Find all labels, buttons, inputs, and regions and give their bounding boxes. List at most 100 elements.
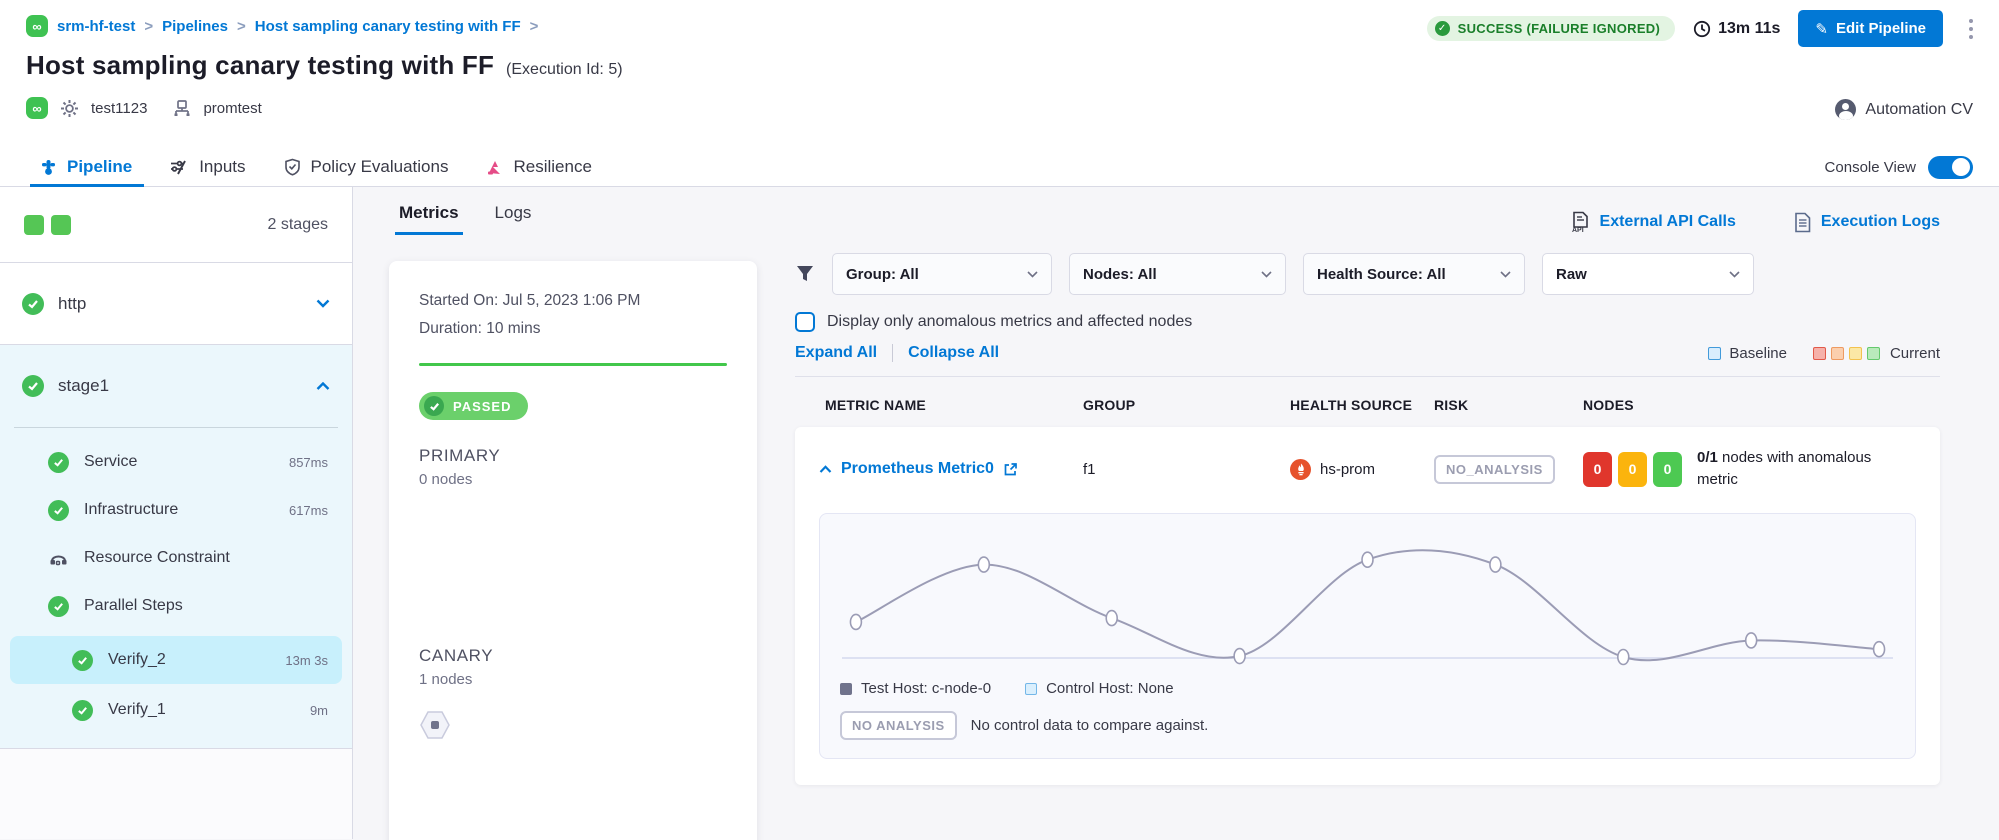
shield-check-icon [284, 158, 301, 176]
tab-policy-evaluations-label: Policy Evaluations [311, 157, 449, 177]
stage-label: http [58, 294, 86, 314]
step-resource-constraint[interactable]: Resource Constraint [10, 534, 342, 582]
success-check-icon [48, 500, 69, 521]
avatar [1835, 99, 1856, 120]
risk-yellow-swatch-icon [1849, 347, 1862, 360]
step-verify-1[interactable]: Verify_1 9m [10, 686, 342, 734]
chevron-down-icon [1729, 271, 1740, 278]
step-parallel-steps[interactable]: Parallel Steps [10, 582, 342, 630]
group-filter-value: Group: All [846, 266, 919, 283]
nodes-filter-dropdown[interactable]: Nodes: All [1069, 253, 1286, 295]
green-node-count-chip[interactable]: 0 [1653, 452, 1682, 487]
step-label: Parallel Steps [84, 597, 183, 615]
yellow-node-count-chip[interactable]: 0 [1618, 452, 1647, 487]
col-nodes: NODES [1583, 397, 1940, 413]
chevron-up-icon[interactable] [819, 465, 832, 474]
metric-chart[interactable] [840, 528, 1895, 678]
view-mode-dropdown[interactable]: Raw [1542, 253, 1754, 295]
metric-name-link[interactable]: Prometheus Metric0 [841, 460, 994, 478]
col-metric-name: METRIC NAME [825, 397, 1083, 413]
breadcrumb-project[interactable]: srm-hf-test [57, 18, 135, 35]
tab-policy-evaluations[interactable]: Policy Evaluations [284, 148, 449, 186]
status-badge-label: SUCCESS (FAILURE IGNORED) [1458, 21, 1661, 36]
step-duration: 857ms [289, 455, 328, 470]
external-api-calls-link[interactable]: API External API Calls [1571, 211, 1736, 233]
duration: Duration: 10 mins [419, 315, 727, 343]
success-check-icon [48, 596, 69, 617]
stage1-section: stage1 Service 857ms [0, 345, 352, 749]
chart-host-legend: Test Host: c-node-0 Control Host: None [840, 680, 1895, 697]
status-badge: ✓ SUCCESS (FAILURE IGNORED) [1427, 16, 1676, 41]
execution-logs-link[interactable]: Execution Logs [1794, 212, 1940, 233]
edit-pipeline-button[interactable]: ✎ Edit Pipeline [1798, 10, 1943, 47]
chevron-down-icon[interactable] [316, 299, 330, 308]
step-duration: 617ms [289, 503, 328, 518]
elapsed-label: 13m 11s [1718, 20, 1780, 38]
console-view-toggle[interactable] [1928, 156, 1973, 179]
step-infrastructure[interactable]: Infrastructure 617ms [10, 486, 342, 534]
nodes-ratio: 0/1 [1697, 449, 1718, 466]
baseline-label: Baseline [1729, 345, 1787, 362]
stage-thumb-icon [51, 215, 71, 235]
step-verify-2[interactable]: Verify_2 13m 3s [10, 636, 342, 684]
step-service[interactable]: Service 857ms [10, 438, 342, 486]
anomalous-filter-row: Display only anomalous metrics and affec… [795, 312, 1940, 332]
service-icon: ∞ [26, 97, 48, 119]
success-check-icon [72, 700, 93, 721]
sidebar-stage-stage1[interactable]: stage1 [0, 345, 352, 427]
tab-pipeline[interactable]: Pipeline [40, 148, 132, 186]
control-host-swatch-icon [1025, 683, 1037, 695]
nodes-cell: 0 0 0 0/1 nodes with anomalous metric [1583, 447, 1916, 491]
sidebar-stage-http[interactable]: http [0, 263, 352, 345]
links-row: API External API Calls Execution Logs [795, 211, 1940, 233]
metric-name-cell: Prometheus Metric0 [819, 460, 1083, 478]
step-label: Resource Constraint [84, 549, 230, 567]
svg-text:API: API [1572, 227, 1584, 233]
filter-funnel-icon[interactable] [795, 264, 815, 284]
external-link-icon[interactable] [1003, 462, 1018, 477]
nodes-filter-value: Nodes: All [1083, 266, 1157, 283]
tab-resilience[interactable]: Resilience [486, 148, 591, 186]
step-label: Verify_2 [108, 651, 166, 669]
risk-orange-swatch-icon [1831, 347, 1844, 360]
service-name[interactable]: test1123 [91, 100, 147, 117]
verify-tabs: Metrics Logs [399, 203, 773, 235]
chevron-down-icon [1500, 271, 1511, 278]
prometheus-icon [1290, 459, 1311, 480]
tab-metrics[interactable]: Metrics [399, 203, 459, 235]
chevron-up-icon[interactable] [316, 382, 330, 391]
anomalous-checkbox-label: Display only anomalous metrics and affec… [827, 313, 1192, 331]
expand-collapse-row: Expand All Collapse All Baseline [795, 344, 1940, 377]
legend-current: Current [1813, 345, 1940, 362]
test-host-swatch-icon [840, 683, 852, 695]
health-source-filter-dropdown[interactable]: Health Source: All [1303, 253, 1525, 295]
success-check-icon [22, 293, 44, 315]
metrics-column: API External API Calls Execution Logs Gr… [773, 187, 1999, 839]
external-api-calls-label: External API Calls [1600, 213, 1736, 231]
breadcrumb-pipeline-name[interactable]: Host sampling canary testing with FF [255, 18, 521, 35]
breadcrumb-separator: > [530, 18, 539, 35]
more-options-menu-icon[interactable] [1961, 13, 1981, 45]
pencil-icon: ✎ [1815, 20, 1828, 38]
breadcrumb-pipelines[interactable]: Pipelines [162, 18, 228, 35]
group-filter-dropdown[interactable]: Group: All [832, 253, 1052, 295]
metric-chart-panel: Test Host: c-node-0 Control Host: None N… [819, 513, 1916, 759]
api-document-icon: API [1571, 211, 1590, 233]
stage-count: 2 stages [268, 216, 328, 234]
breadcrumb-separator: > [237, 18, 246, 35]
collapse-all-link[interactable]: Collapse All [908, 344, 999, 362]
page-title: Host sampling canary testing with FF [26, 50, 494, 81]
tab-inputs[interactable]: Inputs [170, 148, 245, 186]
anomalous-checkbox[interactable] [795, 312, 815, 332]
infrastructure-name[interactable]: promtest [203, 100, 261, 117]
expand-all-link[interactable]: Expand All [795, 344, 877, 362]
execution-logs-label: Execution Logs [1821, 213, 1940, 231]
tab-logs[interactable]: Logs [495, 203, 532, 235]
control-host-label: Control Host: None [1046, 680, 1174, 697]
legend-baseline: Baseline [1708, 345, 1787, 362]
canary-node-hexagon-icon[interactable] [419, 710, 727, 745]
verify-summary-card: Started On: Jul 5, 2023 1:06 PM Duration… [389, 261, 757, 840]
body: 2 stages http stage1 [0, 187, 1999, 839]
main-tabbar: Pipeline Inputs Policy Evaluations Resil… [0, 148, 1999, 187]
red-node-count-chip[interactable]: 0 [1583, 452, 1612, 487]
